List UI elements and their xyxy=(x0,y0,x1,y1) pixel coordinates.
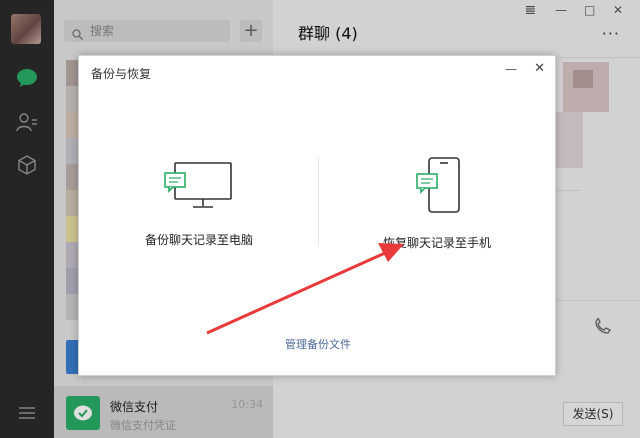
annotation-arrow xyxy=(206,243,404,335)
